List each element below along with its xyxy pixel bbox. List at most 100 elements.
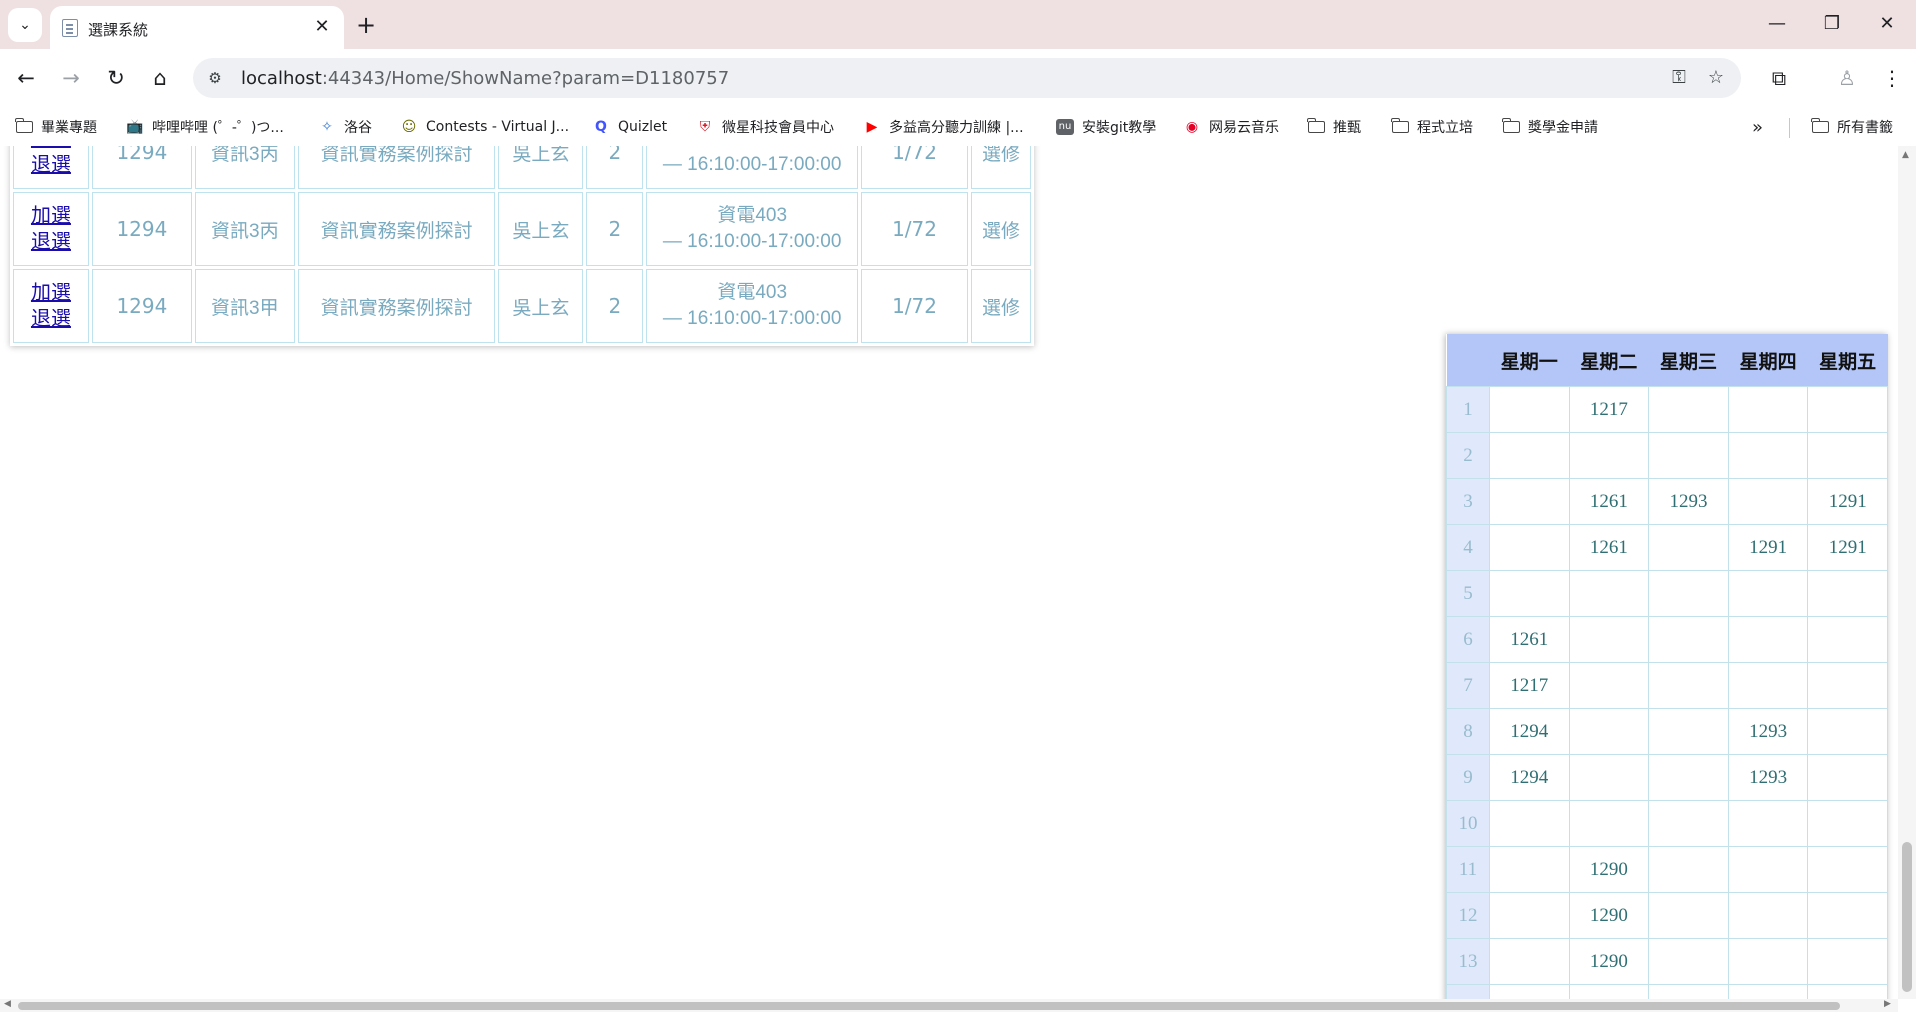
- bookmark-item[interactable]: 畢業專題: [15, 116, 97, 138]
- timetable-cell: [1727, 570, 1809, 617]
- timetable-cell: 1291: [1807, 478, 1888, 525]
- bookmarks-overflow-button[interactable]: »: [1752, 116, 1763, 138]
- profile-icon[interactable]: ♙: [1830, 61, 1864, 95]
- course-schedule: 資電403— 16:10:00-17:00:00: [646, 146, 859, 189]
- period-number: 9: [1446, 754, 1490, 801]
- maximize-button[interactable]: ❐: [1807, 8, 1857, 40]
- url-text[interactable]: localhost:44343/Home/ShowName?param=D118…: [241, 68, 729, 89]
- new-tab-button[interactable]: +: [351, 10, 381, 40]
- timetable-cell: [1727, 846, 1809, 893]
- day-header: 星期一: [1489, 334, 1570, 387]
- reload-icon[interactable]: ↻: [99, 61, 133, 95]
- bookmark-item[interactable]: nu 安裝git教學: [1056, 116, 1156, 138]
- vertical-scroll-thumb[interactable]: [1902, 842, 1912, 992]
- add-course-link[interactable]: 加選: [20, 203, 82, 229]
- timetable-row: 10: [1446, 800, 1888, 847]
- minimize-button[interactable]: —: [1752, 8, 1802, 40]
- bookmark-item[interactable]: 推甄: [1307, 116, 1361, 138]
- scroll-right-arrow-icon[interactable]: ▶: [1884, 999, 1891, 1009]
- bookmark-item[interactable]: 獎學金申請: [1502, 116, 1598, 138]
- timetable-row: 1 1217: [1446, 386, 1888, 433]
- timetable-cell: [1727, 478, 1809, 525]
- horizontal-scroll-thumb[interactable]: [18, 1002, 1840, 1010]
- bookmark-label: 网易云音乐: [1209, 120, 1279, 136]
- bookmarks-separator: [1789, 118, 1790, 138]
- forward-arrow-icon[interactable]: →: [54, 61, 88, 95]
- bookmark-star-icon[interactable]: ☆: [1700, 62, 1732, 94]
- course-teacher: 吳上玄: [498, 269, 584, 343]
- drop-course-link[interactable]: 退選: [20, 306, 82, 332]
- back-arrow-icon[interactable]: ←: [9, 61, 43, 95]
- timetable-cell: [1727, 662, 1809, 709]
- timetable-row: 14: [1446, 984, 1888, 999]
- timetable-cell: [1727, 432, 1809, 479]
- timetable-cell: 1217: [1489, 662, 1570, 709]
- scroll-up-arrow-icon[interactable]: ▲: [1902, 150, 1909, 160]
- horizontal-scrollbar[interactable]: ◀ ▶: [0, 999, 1898, 1012]
- period-number: 8: [1446, 708, 1490, 755]
- bookmark-label: 所有書籤: [1837, 120, 1893, 136]
- timetable-cell: 1290: [1568, 846, 1650, 893]
- timetable-cell: 1217: [1568, 386, 1650, 433]
- bookmark-label: 哔哩哔哩 (゜-゜)つ...: [152, 120, 284, 136]
- timetable-row: 2: [1446, 432, 1888, 479]
- timetable-cell: [1648, 708, 1729, 755]
- bookmark-item[interactable]: Q Quizlet: [592, 116, 667, 138]
- scroll-left-arrow-icon[interactable]: ◀: [4, 999, 11, 1009]
- active-tab[interactable]: 選課系統 ✕: [50, 6, 344, 49]
- timetable-cell: 1261: [1568, 524, 1650, 571]
- period-number: 13: [1446, 938, 1490, 985]
- address-bar[interactable]: ⚙ localhost:44343/Home/ShowName?param=D1…: [193, 58, 1741, 98]
- browser-toolbar: ← → ↻ ⌂ ⚙ localhost:44343/Home/ShowName?…: [0, 49, 1916, 108]
- period-number: 2: [1446, 432, 1490, 479]
- timetable-cell: [1648, 570, 1729, 617]
- bookmarks-bar: 畢業專題 📺 哔哩哔哩 (゜-゜)つ... ✧ 洛谷 ☺ Contests - Vir…: [0, 108, 1916, 146]
- bookmark-item[interactable]: 📺 哔哩哔哩 (゜-゜)つ...: [126, 116, 284, 138]
- menu-kebab-icon[interactable]: ⋮: [1875, 61, 1909, 95]
- course-row: 加選退選1294資訊3丙資訊實務案例探討吳上玄2資電403— 16:10:00-…: [13, 192, 1031, 266]
- timetable-cell: [1568, 616, 1650, 663]
- bookmark-item[interactable]: ⛨ 微星科技會員中心: [696, 116, 834, 138]
- folder-icon: [1391, 118, 1409, 133]
- course-type: 選修: [970, 269, 1031, 343]
- course-class: 資訊3丙: [194, 192, 295, 266]
- period-number: 1: [1446, 386, 1490, 433]
- bookmark-item[interactable]: ◉ 网易云音乐: [1183, 116, 1279, 138]
- timetable-cell: [1807, 662, 1888, 709]
- close-window-button[interactable]: ✕: [1862, 8, 1912, 40]
- timetable-cell: [1727, 386, 1809, 433]
- bookmark-item[interactable]: ✧ 洛谷: [318, 116, 372, 138]
- bookmark-item[interactable]: ▶ 多益高分聽力訓練 |...: [863, 116, 1024, 138]
- course-list: 加選退選1294資訊3丙資訊實務案例探討吳上玄2資電403— 16:10:00-…: [10, 146, 1034, 346]
- timetable-cell: [1807, 846, 1888, 893]
- password-key-icon[interactable]: ⚿: [1663, 62, 1695, 94]
- period-number: 10: [1446, 800, 1490, 847]
- drop-course-link[interactable]: 退選: [20, 229, 82, 255]
- site-info-icon[interactable]: ⚙: [199, 62, 231, 94]
- tab-search-button[interactable]: ⌄: [8, 8, 42, 42]
- timetable-cell: [1648, 386, 1729, 433]
- timetable-row: 5: [1446, 570, 1888, 617]
- bookmark-item[interactable]: 程式立培: [1391, 116, 1473, 138]
- tab-close-icon[interactable]: ✕: [310, 15, 334, 39]
- all-bookmarks-button[interactable]: 所有書籤: [1811, 116, 1893, 138]
- course-row: 加選退選1294資訊3丙資訊實務案例探討吳上玄2資電403— 16:10:00-…: [13, 146, 1031, 189]
- youtube-icon: ▶: [866, 119, 878, 135]
- luogu-icon: ✧: [321, 119, 333, 135]
- bookmark-item[interactable]: ☺ Contests - Virtual J...: [400, 116, 569, 138]
- timetable-cell: [1807, 432, 1888, 479]
- timetable-cell: [1648, 524, 1729, 571]
- timetable-cell: [1489, 386, 1570, 433]
- extensions-puzzle-icon[interactable]: ⧉: [1762, 61, 1796, 95]
- course-class: 資訊3丙: [194, 146, 295, 189]
- chevron-down-icon: ⌄: [19, 17, 31, 33]
- drop-course-link[interactable]: 退選: [20, 152, 82, 178]
- course-time: — 16:10:00-17:00:00: [662, 308, 842, 329]
- course-name: 資訊實務案例探討: [297, 146, 496, 189]
- vertical-scrollbar[interactable]: ▲: [1898, 146, 1916, 999]
- add-course-link[interactable]: 加選: [20, 280, 82, 306]
- home-icon[interactable]: ⌂: [143, 61, 177, 95]
- timetable-cell: [1648, 616, 1729, 663]
- page-favicon-icon: [62, 19, 78, 37]
- course-time: — 16:10:00-17:00:00: [662, 231, 842, 252]
